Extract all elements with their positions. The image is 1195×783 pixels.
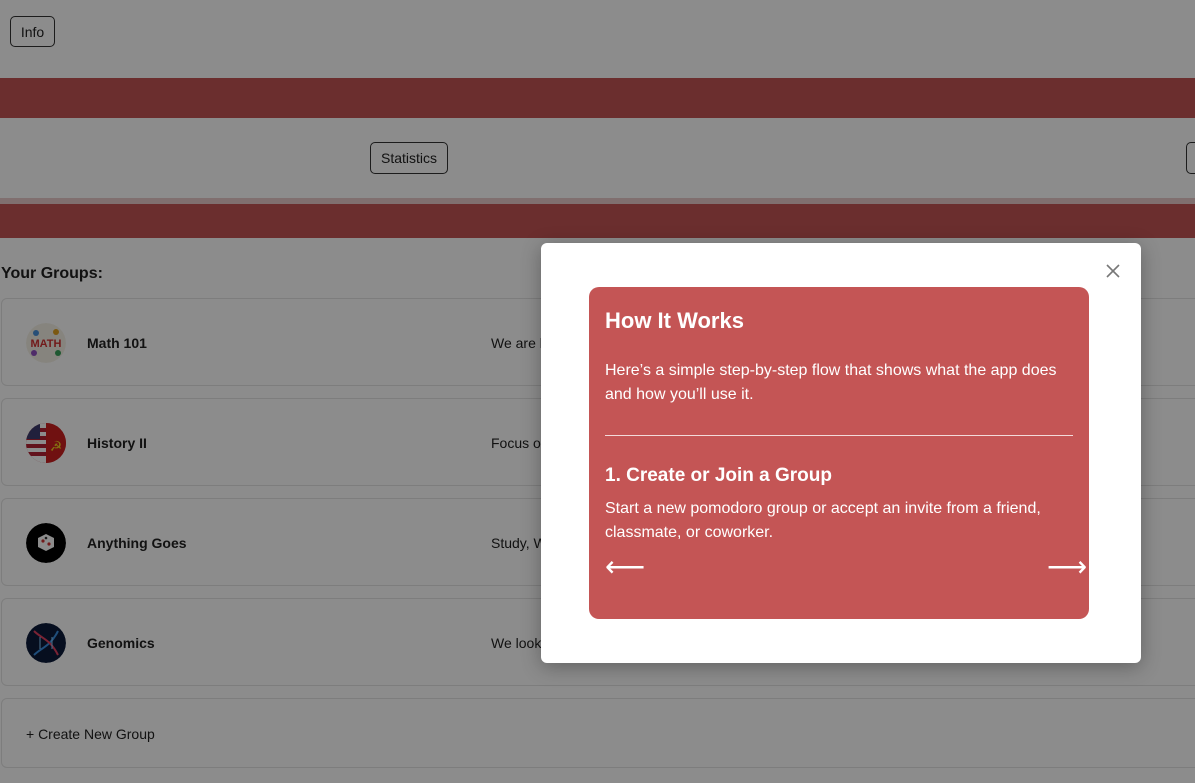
close-icon[interactable] — [1102, 260, 1124, 282]
next-arrow-icon[interactable]: ⟶ — [1047, 553, 1087, 581]
step-title: 1. Create or Join a Group — [605, 465, 832, 486]
how-it-works-panel: How It Works Here’s a simple step-by-ste… — [589, 287, 1089, 619]
how-it-works-modal: How It Works Here’s a simple step-by-ste… — [541, 243, 1141, 663]
modal-intro: Here’s a simple step-by-step flow that s… — [605, 362, 1057, 403]
prev-arrow-icon[interactable]: ⟵ — [605, 553, 645, 581]
step-description: Start a new pomodoro group or accept an … — [605, 500, 1041, 541]
panel-divider — [605, 435, 1073, 436]
modal-title: How It Works — [605, 308, 744, 333]
